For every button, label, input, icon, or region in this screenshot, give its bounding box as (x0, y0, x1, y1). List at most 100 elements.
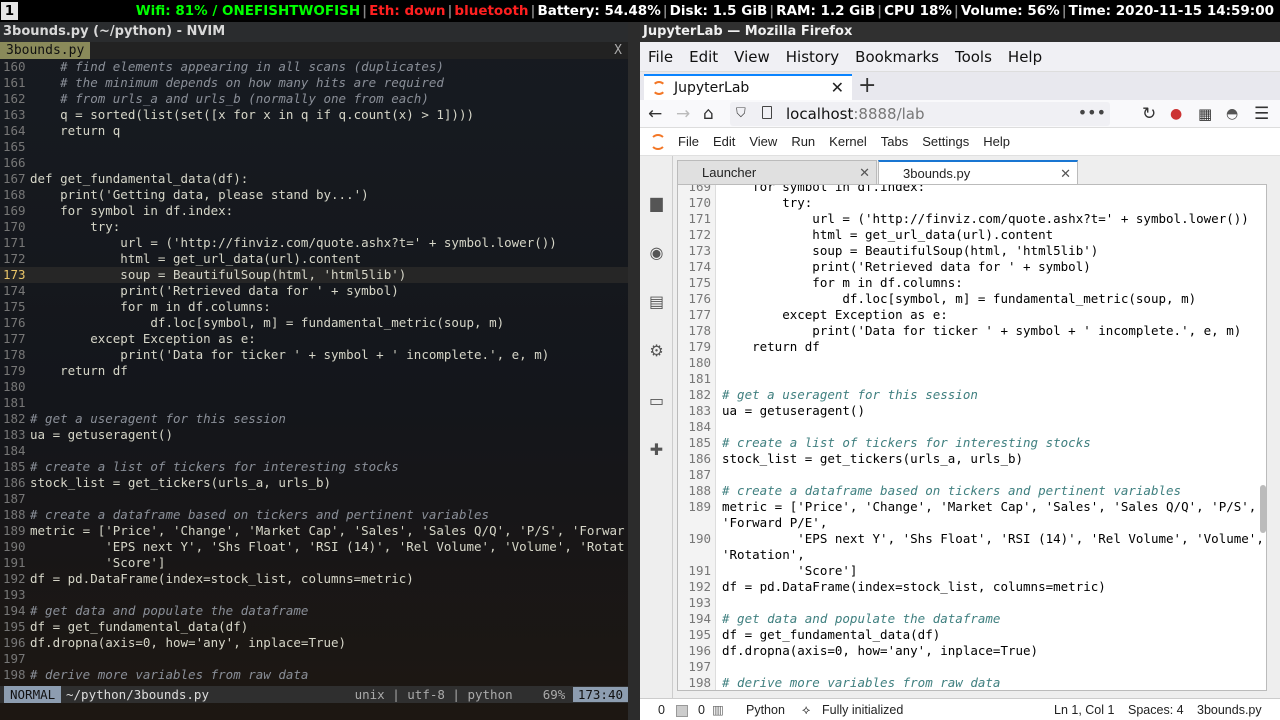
reload-icon[interactable]: ↻ (1142, 100, 1156, 128)
code-line[interactable]: 188 # create a dataframe based on tickers… (678, 483, 1266, 499)
code-line[interactable]: 196 df.dropna(axis=0, how='any', inplace=… (678, 643, 1266, 659)
code-line[interactable]: 170 try: (0, 219, 628, 235)
code-line[interactable]: 197 (0, 651, 628, 667)
jupyter-menu-view[interactable]: View (749, 134, 777, 149)
home-icon[interactable]: ⌂ (703, 100, 714, 128)
code-line[interactable]: 182 # get a useragent for this session (678, 387, 1266, 403)
code-line[interactable]: 166 (0, 155, 628, 171)
code-line[interactable]: 194 # get data and populate the dataframe (0, 603, 628, 619)
code-line[interactable]: 171 url = ('http://finviz.com/quote.ashx… (0, 235, 628, 251)
menu-bookmarks[interactable]: Bookmarks (847, 42, 947, 72)
command-palette-icon[interactable]: ▤ (648, 293, 665, 310)
page-actions-icon[interactable]: ••• (1078, 102, 1106, 124)
library-icon[interactable]: ▦ (1198, 100, 1212, 128)
code-line[interactable]: 172 html = get_url_data(url).content (678, 227, 1266, 243)
page-info-icon[interactable] (762, 106, 772, 119)
code-line[interactable]: 187 (678, 467, 1266, 483)
code-line[interactable]: 190 'EPS next Y', 'Shs Float', 'RSI (14)… (678, 531, 1266, 547)
code-line[interactable]: 169 for symbol in df.index: (678, 185, 1266, 195)
code-line[interactable]: 192 df = pd.DataFrame(index=stock_list, c… (678, 579, 1266, 595)
code-line[interactable]: 189 metric = ['Price', 'Change', 'Market … (678, 499, 1266, 515)
code-line[interactable]: 171 url = ('http://finviz.com/quote.ashx… (678, 211, 1266, 227)
code-line[interactable]: 173 soup = BeautifulSoup(html, 'html5lib… (678, 243, 1266, 259)
code-line[interactable]: 183 ua = getuseragent() (678, 403, 1266, 419)
code-line[interactable]: 178 print('Data for ticker ' + symbol + … (678, 323, 1266, 339)
code-line[interactable]: 181 (678, 371, 1266, 387)
code-line[interactable]: 167 def get_fundamental_data(df): (0, 171, 628, 187)
code-line[interactable]: 176 df.loc[symbol, m] = fundamental_metr… (0, 315, 628, 331)
menu-history[interactable]: History (778, 42, 847, 72)
code-line[interactable]: 170 try: (678, 195, 1266, 211)
cursor-position[interactable]: Ln 1, Col 1 (1054, 699, 1114, 720)
code-line[interactable]: 180 (678, 355, 1266, 371)
menu-help[interactable]: Help (1000, 42, 1050, 72)
extension-icon[interactable]: ● (1170, 100, 1182, 128)
back-icon[interactable]: ← (648, 100, 662, 128)
jupyter-menu-tabs[interactable]: Tabs (881, 134, 908, 149)
nvim-code-area[interactable]: 160 # find elements appearing in all sca… (0, 59, 628, 686)
code-line[interactable]: 198 # derive more variables from raw data (678, 675, 1266, 690)
code-editor[interactable]: 169 for symbol in df.index: 170 try: 171 u… (677, 184, 1267, 691)
menu-view[interactable]: View (726, 42, 778, 72)
code-line[interactable]: 198 # derive more variables from raw data (0, 667, 628, 683)
code-line[interactable]: 190 'EPS next Y', 'Shs Float', 'RSI (14)… (0, 539, 628, 555)
forward-icon[interactable]: → (676, 100, 690, 128)
code-line[interactable]: 181 (0, 395, 628, 411)
code-line[interactable]: 160 # find elements appearing in all sca… (0, 59, 628, 75)
code-line[interactable]: 179 return df (678, 339, 1266, 355)
code-line[interactable]: 161 # the minimum depends on how many hi… (0, 75, 628, 91)
code-line[interactable]: 185 # create a list of tickers for intere… (678, 435, 1266, 451)
jupyter-menu-help[interactable]: Help (983, 134, 1010, 149)
code-line[interactable]: 194 # get data and populate the dataframe (678, 611, 1266, 627)
code-line[interactable]: 175 for m in df.columns: (0, 299, 628, 315)
code-line[interactable]: 179 return df (0, 363, 628, 379)
terminals-count[interactable]: 0 (658, 699, 665, 720)
code-line[interactable]: 186 stock_list = get_tickers(urls_a, urls… (0, 475, 628, 491)
code-line[interactable]: 193 (0, 587, 628, 603)
tab-close-icon[interactable]: ✕ (859, 161, 870, 185)
code-line[interactable]: 196 df.dropna(axis=0, how='any', inplace=… (0, 635, 628, 651)
code-line[interactable]: 'Forward P/E', (678, 515, 1266, 531)
tab-close-icon[interactable]: ✕ (1060, 162, 1071, 186)
hamburger-menu-icon[interactable]: ☰ (1254, 100, 1269, 128)
code-line[interactable]: 165 (0, 139, 628, 155)
code-line[interactable]: 169 for symbol in df.index: (0, 203, 628, 219)
editor-scrollbar[interactable] (1260, 485, 1266, 533)
menu-edit[interactable]: Edit (681, 42, 726, 72)
code-line[interactable]: 188 # create a dataframe based on tickers… (0, 507, 628, 523)
new-tab-button[interactable]: + (858, 73, 876, 99)
code-line[interactable]: 189 metric = ['Price', 'Change', 'Market … (0, 523, 628, 539)
browser-tab-close-icon[interactable]: ✕ (831, 76, 844, 100)
code-line[interactable]: 177 except Exception as e: (678, 307, 1266, 323)
open-tabs-icon[interactable]: ▭ (648, 392, 665, 409)
code-line[interactable]: 195 df = get_fundamental_data(df) (678, 627, 1266, 643)
code-line[interactable]: 180 (0, 379, 628, 395)
private-mask-icon[interactable]: ◓ (1226, 100, 1238, 128)
tab-3bounds[interactable]: 3bounds.py ✕ (878, 160, 1078, 185)
code-line[interactable]: 174 print('Retrieved data for ' + symbol… (0, 283, 628, 299)
code-line[interactable]: 168 print('Getting data, please stand by… (0, 187, 628, 203)
url-bar[interactable]: ⛉ localhost:8888/lab ••• (730, 102, 1110, 126)
code-line[interactable]: 176 df.loc[symbol, m] = fundamental_metr… (678, 291, 1266, 307)
code-line[interactable]: 174 print('Retrieved data for ' + symbol… (678, 259, 1266, 275)
code-line[interactable]: 184 (0, 443, 628, 459)
code-line[interactable]: 197 (678, 659, 1266, 675)
code-line[interactable]: 164 return q (0, 123, 628, 139)
code-line[interactable]: 177 except Exception as e: (0, 331, 628, 347)
code-line[interactable]: 191 'Score'] (678, 563, 1266, 579)
code-line[interactable]: 163 q = sorted(list(set([x for x in q if… (0, 107, 628, 123)
jupyter-menu-edit[interactable]: Edit (713, 134, 735, 149)
nvim-tab-close[interactable]: X (614, 42, 622, 59)
code-line[interactable]: 191 'Score'] (0, 555, 628, 571)
code-line[interactable]: 186 stock_list = get_tickers(urls_a, urls… (678, 451, 1266, 467)
code-line[interactable]: 195 df = get_fundamental_data(df) (0, 619, 628, 635)
code-line[interactable]: 185 # create a list of tickers for intere… (0, 459, 628, 475)
running-kernels-icon[interactable]: ◉ (648, 244, 665, 261)
jupyter-menu-kernel[interactable]: Kernel (829, 134, 867, 149)
jupyter-menu-run[interactable]: Run (791, 134, 815, 149)
shield-icon[interactable]: ⛉ (736, 105, 746, 123)
code-line[interactable]: 192 df = pd.DataFrame(index=stock_list, c… (0, 571, 628, 587)
indent-spaces[interactable]: Spaces: 4 (1128, 699, 1184, 720)
code-line[interactable]: 173 soup = BeautifulSoup(html, 'html5lib… (0, 267, 628, 283)
code-line[interactable]: 'Rotation', (678, 547, 1266, 563)
